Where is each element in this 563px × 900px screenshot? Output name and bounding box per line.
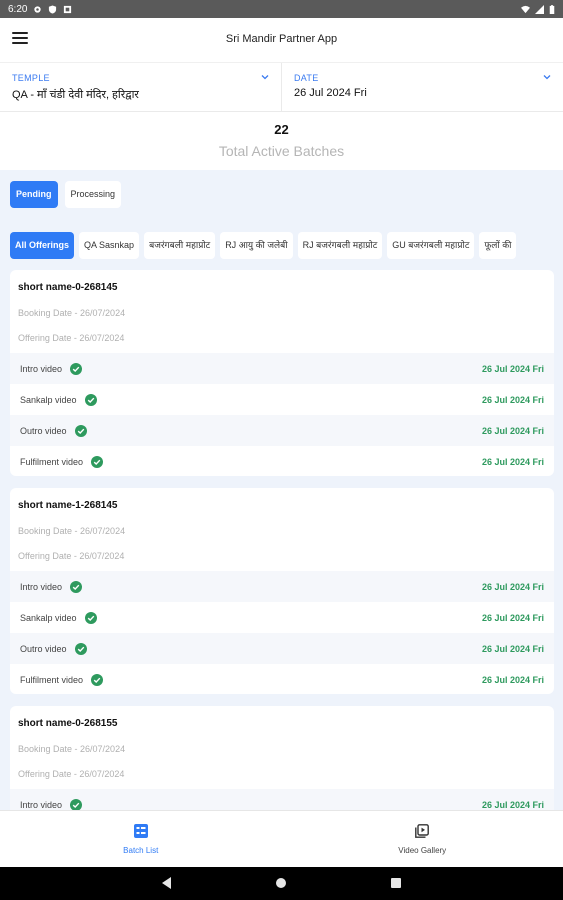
video-date: 26 Jul 2024 Fri (481, 363, 544, 374)
check-circle-icon (84, 611, 97, 624)
filter-chip[interactable]: फूलों की (479, 232, 517, 259)
video-row-intro[interactable]: Intro video 26 Jul 2024 Fri (10, 789, 554, 810)
video-label: Sankalp video (20, 612, 77, 623)
video-date: 26 Jul 2024 Fri (481, 394, 544, 405)
video-date: 26 Jul 2024 Fri (481, 643, 544, 654)
batch-summary: 22 Total Active Batches (0, 112, 563, 170)
app-bar: Sri Mandir Partner App (0, 18, 563, 62)
battery-icon (549, 4, 555, 14)
check-circle-icon (70, 580, 83, 593)
video-row-outro[interactable]: Outro video 26 Jul 2024 Fri (10, 633, 554, 664)
video-row-sankalp[interactable]: Sankalp video 26 Jul 2024 Fri (10, 384, 554, 415)
home-icon[interactable] (275, 876, 287, 890)
video-row-fulfilment[interactable]: Fulfilment video 26 Jul 2024 Fri (10, 664, 554, 694)
batch-card[interactable]: short name-0-268155 Booking Date - 26/07… (10, 706, 554, 810)
filter-chip[interactable]: GU बजरंगबली महाप्रोट (387, 232, 475, 259)
settings-icon (34, 5, 42, 13)
date-label: DATE (294, 73, 319, 83)
filter-chip[interactable]: RJ बजरंगबली महाप्रोट (297, 232, 383, 259)
check-circle-icon (74, 642, 87, 655)
nav-label: Batch List (123, 846, 159, 855)
check-circle-icon (70, 362, 83, 375)
active-batch-label: Total Active Batches (218, 143, 345, 159)
video-date: 26 Jul 2024 Fri (481, 674, 544, 685)
video-label: Intro video (20, 799, 63, 810)
booking-date: Booking Date - 26/07/2024 (18, 744, 126, 754)
tab-pending[interactable]: Pending (10, 181, 58, 208)
status-tabs: Pending Processing (10, 181, 122, 208)
offering-date: Offering Date - 26/07/2024 (18, 333, 125, 343)
video-label: Intro video (20, 363, 63, 374)
wifi-icon (521, 5, 530, 13)
back-icon[interactable] (160, 876, 172, 890)
bottom-navigation: Batch List Video Gallery (0, 810, 563, 867)
video-date: 26 Jul 2024 Fri (481, 612, 544, 623)
check-circle-icon (84, 393, 97, 406)
status-time: 6:20 (8, 3, 28, 15)
filter-chip[interactable]: RJ आयु की जलेबी (220, 232, 293, 259)
batch-name: short name-1-268145 (18, 500, 118, 511)
selectors-bar: TEMPLE QA - माँ चंडी देवी मंदिर, हरिद्वा… (0, 62, 563, 112)
booking-date: Booking Date - 26/07/2024 (18, 526, 126, 536)
video-label: Fulfilment video (20, 456, 84, 467)
system-navigation-bar (0, 867, 563, 900)
check-circle-icon (70, 798, 83, 810)
video-label: Sankalp video (20, 394, 77, 405)
booking-date: Booking Date - 26/07/2024 (18, 308, 126, 318)
filter-all-offerings[interactable]: All Offerings (10, 232, 75, 259)
video-label: Outro video (20, 643, 67, 654)
app-title: Sri Mandir Partner App (225, 33, 338, 45)
video-date: 26 Jul 2024 Fri (481, 425, 544, 436)
temple-label: TEMPLE (12, 73, 50, 83)
batch-name: short name-0-268155 (18, 718, 118, 729)
shield-icon (49, 4, 57, 14)
content-area: Pending Processing All Offerings QA Sasn… (0, 170, 563, 810)
batch-list-icon (133, 824, 148, 838)
offering-date: Offering Date - 26/07/2024 (18, 769, 125, 779)
status-bar: 6:20 (0, 0, 563, 18)
temple-selector[interactable]: TEMPLE QA - माँ चंडी देवी मंदिर, हरिद्वा… (0, 63, 281, 111)
video-gallery-icon (415, 824, 430, 838)
batch-card[interactable]: short name-1-268145 Booking Date - 26/07… (10, 488, 554, 694)
recents-icon[interactable] (390, 876, 402, 890)
active-batch-count: 22 (274, 122, 289, 137)
video-row-intro[interactable]: Intro video 26 Jul 2024 Fri (10, 353, 554, 384)
chevron-down-icon (543, 75, 551, 80)
date-selector[interactable]: DATE 26 Jul 2024 Fri (281, 63, 563, 111)
batch-name: short name-0-268145 (18, 282, 118, 293)
video-date: 26 Jul 2024 Fri (481, 581, 544, 592)
temple-value: QA - माँ चंडी देवी मंदिर, हरिद्वार (12, 89, 139, 101)
video-row-outro[interactable]: Outro video 26 Jul 2024 Fri (10, 415, 554, 446)
check-circle-icon (91, 673, 104, 686)
nav-video-gallery[interactable]: Video Gallery (282, 811, 563, 867)
filter-chip[interactable]: QA Sasnkap (79, 232, 140, 259)
video-label: Fulfilment video (20, 674, 84, 685)
date-value: 26 Jul 2024 Fri (294, 87, 367, 99)
check-circle-icon (74, 424, 87, 437)
tab-processing[interactable]: Processing (64, 181, 122, 208)
video-row-sankalp[interactable]: Sankalp video 26 Jul 2024 Fri (10, 602, 554, 633)
video-label: Intro video (20, 581, 63, 592)
video-row-intro[interactable]: Intro video 26 Jul 2024 Fri (10, 571, 554, 602)
offering-filters: All Offerings QA Sasnkap बजरंगबली महाप्र… (10, 232, 517, 259)
offering-date: Offering Date - 26/07/2024 (18, 551, 125, 561)
filter-chip[interactable]: बजरंगबली महाप्रोट (144, 232, 216, 259)
signal-icon (535, 4, 544, 14)
notification-square-icon (64, 5, 72, 13)
video-date: 26 Jul 2024 Fri (481, 456, 544, 467)
batch-card[interactable]: short name-0-268145 Booking Date - 26/07… (10, 270, 554, 476)
video-label: Outro video (20, 425, 67, 436)
nav-label: Video Gallery (398, 846, 447, 855)
nav-batch-list[interactable]: Batch List (0, 811, 282, 867)
video-row-fulfilment[interactable]: Fulfilment video 26 Jul 2024 Fri (10, 446, 554, 476)
check-circle-icon (91, 455, 104, 468)
chevron-down-icon (261, 75, 269, 80)
video-date: 26 Jul 2024 Fri (481, 799, 544, 810)
